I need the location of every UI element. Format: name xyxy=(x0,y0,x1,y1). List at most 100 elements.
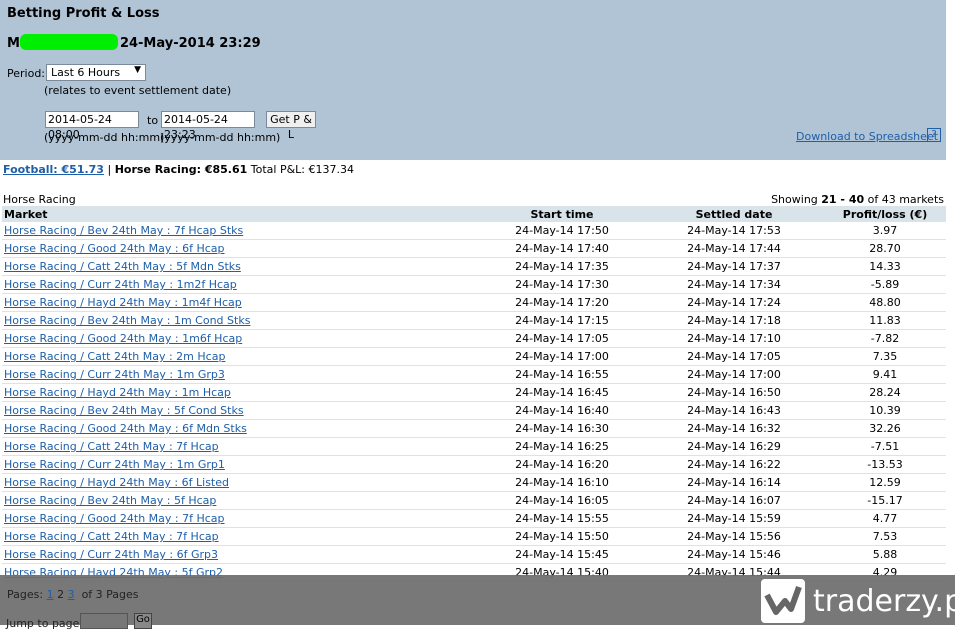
col-start-time: Start time xyxy=(480,206,644,222)
table-row: Horse Racing / Good 24th May : 1m6f Hcap… xyxy=(2,329,946,348)
filter-panel: Betting Profit & Loss M 24-May-2014 23:29… xyxy=(0,0,946,160)
table-row: Horse Racing / Bev 24th May : 5f Cond St… xyxy=(2,401,946,420)
section-title: Horse Racing xyxy=(3,193,76,206)
profit-loss-cell: 4.77 xyxy=(824,509,946,528)
pagination: Pages: 1 2 3 of 3 Pages xyxy=(7,588,139,601)
period-label: Period: xyxy=(7,67,46,80)
start-time-cell: 24-May-14 16:55 xyxy=(480,365,644,384)
pl-summary: Football: €51.73 | Horse Racing: €85.61 … xyxy=(3,163,354,176)
jump-label: Jump to page: xyxy=(6,617,84,630)
profit-loss-cell: -15.17 xyxy=(824,491,946,510)
settled-date-cell: 24-May-14 17:34 xyxy=(644,275,824,294)
table-row: Horse Racing / Bev 24th May : 1m Cond St… xyxy=(2,311,946,330)
date-format-hint-to: (yyyy-mm-dd hh:mm) xyxy=(160,131,281,144)
start-time-cell: 24-May-14 16:45 xyxy=(480,383,644,402)
account-timestamp: 24-May-2014 23:29 xyxy=(119,36,261,51)
profit-loss-cell: 7.53 xyxy=(824,527,946,546)
profit-loss-cell: 7.35 xyxy=(824,347,946,366)
markets-table: Market Start time Settled date Profit/lo… xyxy=(2,206,946,582)
start-time-cell: 24-May-14 16:25 xyxy=(480,437,644,456)
date-from-input[interactable]: 2014-05-24 08:00 xyxy=(45,111,139,141)
start-time-cell: 24-May-14 16:40 xyxy=(480,401,644,420)
account-prefix: M xyxy=(7,36,20,51)
settled-date-cell: 24-May-14 16:43 xyxy=(644,401,824,420)
page-link-3[interactable]: 3 xyxy=(68,588,75,601)
market-cell: Horse Racing / Good 24th May : 6f Mdn St… xyxy=(2,419,480,438)
market-link[interactable]: Horse Racing / Good 24th May : 7f Hcap xyxy=(4,512,225,525)
profit-loss-cell: 9.41 xyxy=(824,365,946,384)
table-row: Horse Racing / Good 24th May : 6f Mdn St… xyxy=(2,419,946,438)
download-spreadsheet-link[interactable]: Download to Spreadsheet xyxy=(796,130,938,143)
col-settled-date: Settled date xyxy=(644,206,824,222)
summary-separator: | xyxy=(107,163,112,176)
start-time-cell: 24-May-14 17:40 xyxy=(480,239,644,258)
help-icon[interactable]: ? xyxy=(927,128,941,142)
table-row: Horse Racing / Catt 24th May : 2m Hcap 24… xyxy=(2,347,946,366)
market-link[interactable]: Horse Racing / Catt 24th May : 2m Hcap xyxy=(4,350,225,363)
market-link[interactable]: Horse Racing / Bev 24th May : 1m Cond St… xyxy=(4,314,250,327)
start-time-cell: 24-May-14 15:45 xyxy=(480,545,644,564)
jump-page-input[interactable] xyxy=(80,613,128,629)
showing-suffix: of 43 markets xyxy=(867,193,944,206)
market-cell: Horse Racing / Bev 24th May : 1m Cond St… xyxy=(2,311,480,330)
table-row: Horse Racing / Bev 24th May : 7f Hcap St… xyxy=(2,222,946,240)
settled-date-cell: 24-May-14 17:53 xyxy=(644,222,824,240)
profit-loss-cell: 32.26 xyxy=(824,419,946,438)
page-title: Betting Profit & Loss xyxy=(7,6,160,21)
market-link[interactable]: Horse Racing / Bev 24th May : 5f Hcap xyxy=(4,494,216,507)
market-link[interactable]: Horse Racing / Catt 24th May : 5f Mdn St… xyxy=(4,260,241,273)
market-link[interactable]: Horse Racing / Good 24th May : 1m6f Hcap xyxy=(4,332,242,345)
watermark-text: traderzy.pl xyxy=(813,584,955,619)
table-row: Horse Racing / Curr 24th May : 1m Grp3 24… xyxy=(2,365,946,384)
start-time-cell: 24-May-14 17:50 xyxy=(480,222,644,240)
market-link[interactable]: Horse Racing / Bev 24th May : 7f Hcap St… xyxy=(4,224,243,237)
settlement-note: (relates to event settlement date) xyxy=(44,84,232,97)
market-link[interactable]: Horse Racing / Curr 24th May : 1m Grp1 xyxy=(4,458,225,471)
football-pl-link[interactable]: Football: €51.73 xyxy=(3,163,104,176)
total-pl: Total P&L: €137.34 xyxy=(250,163,354,176)
market-cell: Horse Racing / Bev 24th May : 5f Hcap xyxy=(2,491,480,510)
profit-loss-cell: 48.80 xyxy=(824,293,946,312)
market-cell: Horse Racing / Hayd 24th May : 1m4f Hcap xyxy=(2,293,480,312)
settled-date-cell: 24-May-14 17:37 xyxy=(644,257,824,276)
showing-range: 21 - 40 xyxy=(821,193,865,206)
market-link[interactable]: Horse Racing / Curr 24th May : 6f Grp3 xyxy=(4,548,218,561)
settled-date-cell: 24-May-14 17:10 xyxy=(644,329,824,348)
go-button[interactable]: Go xyxy=(134,613,152,629)
showing-prefix: Showing xyxy=(771,193,818,206)
market-link[interactable]: Horse Racing / Hayd 24th May : 1m4f Hcap xyxy=(4,296,242,309)
table-row: Horse Racing / Hayd 24th May : 1m Hcap 24… xyxy=(2,383,946,402)
market-link[interactable]: Horse Racing / Catt 24th May : 7f Hcap xyxy=(4,440,219,453)
start-time-cell: 24-May-14 16:10 xyxy=(480,473,644,492)
period-select-value: Last 6 Hours xyxy=(51,66,121,79)
profit-loss-cell: 12.59 xyxy=(824,473,946,492)
dropdown-arrow-icon: ▼ xyxy=(134,65,141,75)
date-to-input[interactable]: 2014-05-24 23:23 xyxy=(161,111,255,141)
table-row: Horse Racing / Curr 24th May : 1m2f Hcap… xyxy=(2,275,946,294)
market-link[interactable]: Horse Racing / Bev 24th May : 5f Cond St… xyxy=(4,404,244,417)
table-row: Horse Racing / Good 24th May : 6f Hcap 24… xyxy=(2,239,946,258)
settled-date-cell: 24-May-14 17:24 xyxy=(644,293,824,312)
start-time-cell: 24-May-14 17:30 xyxy=(480,275,644,294)
market-link[interactable]: Horse Racing / Hayd 24th May : 6f Listed xyxy=(4,476,229,489)
period-select[interactable]: Last 6 Hours ▼ xyxy=(46,64,146,81)
market-link[interactable]: Horse Racing / Good 24th May : 6f Mdn St… xyxy=(4,422,247,435)
market-link[interactable]: Horse Racing / Curr 24th May : 1m Grp3 xyxy=(4,368,225,381)
settled-date-cell: 24-May-14 16:14 xyxy=(644,473,824,492)
table-row: Horse Racing / Catt 24th May : 7f Hcap 24… xyxy=(2,527,946,546)
market-link[interactable]: Horse Racing / Good 24th May : 6f Hcap xyxy=(4,242,225,255)
settled-date-cell: 24-May-14 15:56 xyxy=(644,527,824,546)
horse-racing-pl: Horse Racing: €85.61 xyxy=(114,163,248,176)
profit-loss-cell: 28.24 xyxy=(824,383,946,402)
col-market: Market xyxy=(2,206,480,222)
get-pl-button[interactable]: Get P & L xyxy=(266,111,316,141)
traderzy-logo-icon xyxy=(761,579,805,623)
start-time-cell: 24-May-14 17:05 xyxy=(480,329,644,348)
start-time-cell: 24-May-14 17:20 xyxy=(480,293,644,312)
market-link[interactable]: Horse Racing / Catt 24th May : 7f Hcap xyxy=(4,530,219,543)
page-link-1[interactable]: 1 xyxy=(47,588,54,601)
settled-date-cell: 24-May-14 16:50 xyxy=(644,383,824,402)
market-link[interactable]: Horse Racing / Hayd 24th May : 1m Hcap xyxy=(4,386,231,399)
profit-loss-cell: -13.53 xyxy=(824,455,946,474)
market-link[interactable]: Horse Racing / Curr 24th May : 1m2f Hcap xyxy=(4,278,237,291)
